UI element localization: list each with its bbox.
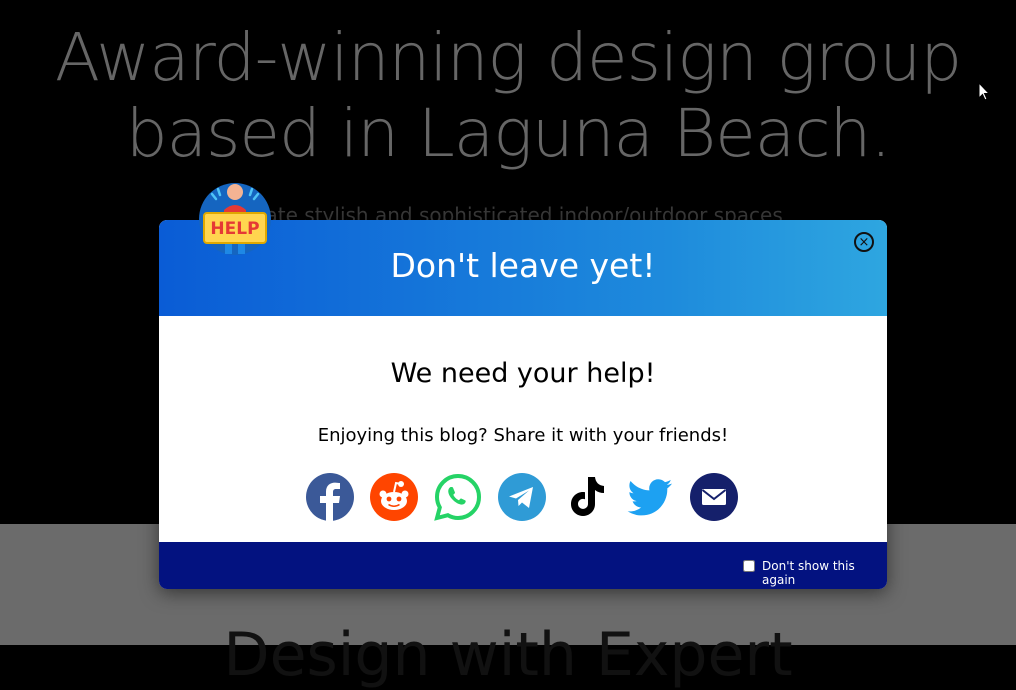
hero-title: Award-winning design group based in Lagu… xyxy=(0,20,1016,172)
help-badge-text: HELP xyxy=(210,219,259,239)
hero-title-line-2: based in Laguna Beach. xyxy=(125,95,892,172)
modal-heading: We need your help! xyxy=(390,358,656,389)
telegram-icon[interactable] xyxy=(498,473,546,521)
whatsapp-icon[interactable] xyxy=(434,473,482,521)
exit-intent-modal: Don't leave yet! × We need your help! En… xyxy=(159,220,887,589)
email-icon[interactable] xyxy=(690,473,738,521)
section-title: Design with Expert xyxy=(223,620,793,690)
modal-subheading: Enjoying this blog? Share it with your f… xyxy=(317,425,729,446)
dont-show-again-label[interactable]: Don't show this again xyxy=(762,559,887,587)
tiktok-icon[interactable] xyxy=(562,473,610,521)
share-buttons xyxy=(306,473,738,523)
close-icon[interactable]: × xyxy=(854,232,874,252)
mouse-cursor-icon xyxy=(978,82,990,101)
reddit-icon[interactable] xyxy=(370,473,418,521)
twitter-icon[interactable] xyxy=(626,473,674,521)
help-badge-icon: HELP xyxy=(199,183,271,255)
facebook-icon[interactable] xyxy=(306,473,354,521)
dont-show-again-checkbox[interactable] xyxy=(743,560,755,572)
hero-title-line-1: Award-winning design group xyxy=(54,19,962,96)
